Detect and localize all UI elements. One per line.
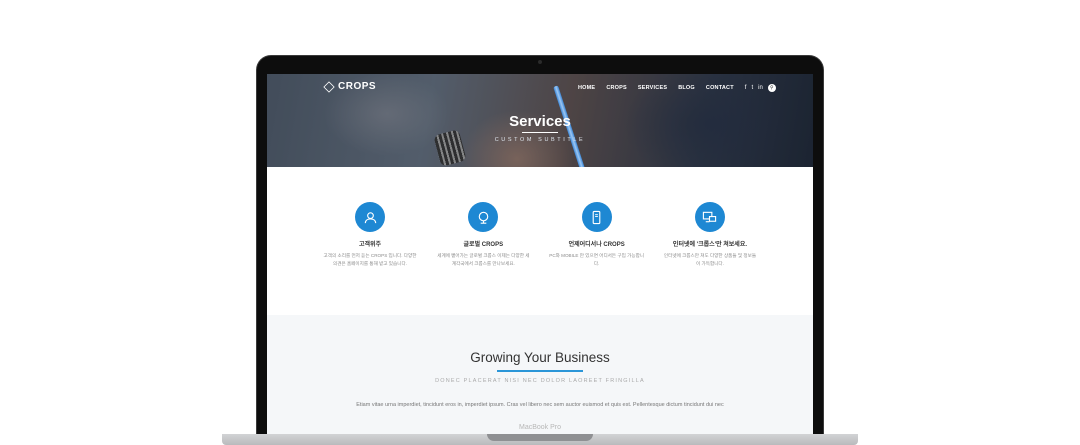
nav-home[interactable]: HOME — [578, 85, 595, 91]
nav-blog[interactable]: BLOG — [678, 85, 695, 91]
nav-services[interactable]: SERVICES — [638, 85, 667, 91]
facebook-icon[interactable]: f — [745, 85, 747, 91]
twitter-icon[interactable]: t — [751, 85, 753, 91]
monitor-icon — [694, 202, 725, 232]
screen: CROPS HOME CROPS SERVICES BLOG CONTACT f… — [267, 74, 813, 445]
section-body: Etiam vitae urna imperdiet, tincidunt er… — [356, 402, 724, 408]
section-title: Growing Your Business — [470, 350, 610, 365]
search-icon[interactable]: ⚲ — [767, 84, 776, 92]
feature-text: 고객의 소리를 먼저 듣는 CROPS 입니다. 다양한 의견은 홈페이지를 통… — [323, 253, 417, 266]
feature-card: 언제어디서나 CROPS PC와 MOBILE 만 있으면 어디서든 구입 가능… — [549, 202, 645, 268]
laptop-notch — [487, 434, 593, 441]
main-nav: HOME CROPS SERVICES BLOG CONTACT f t in … — [578, 84, 776, 92]
logo-text: CROPS — [338, 81, 377, 92]
feature-title: 고객위주 — [358, 242, 382, 248]
section-divider — [497, 370, 583, 372]
features-row: 고객위주 고객의 소리를 먼저 듣는 CROPS 입니다. 다양한 의견은 홈페… — [322, 202, 758, 268]
device-label: MacBook Pro — [518, 424, 562, 431]
page-title: Services — [509, 113, 571, 130]
feature-text: 인터넷에 크롭스만 쳐도 다양한 상품들 및 정보들이 가득합니다. — [663, 253, 757, 266]
cube-icon — [323, 80, 335, 93]
feature-title: 글로벌 CROPS — [463, 242, 504, 248]
mobile-icon — [581, 202, 612, 232]
title-divider — [522, 132, 558, 133]
user-icon — [355, 202, 385, 232]
feature-card: 인터넷에 '크롭스'만 쳐보세요. 인터넷에 크롭스만 쳐도 다양한 상품들 및… — [662, 202, 758, 268]
site-logo[interactable]: CROPS — [323, 80, 377, 93]
page-subtitle: CUSTOM SUBTITLE — [494, 137, 586, 143]
feature-card: 글로벌 CROPS 세계에 뻗어가는 글로벌 크롭스 이제는 다양한 세계각국에… — [435, 202, 531, 268]
nav-crops[interactable]: CROPS — [606, 85, 627, 91]
feature-title: 인터넷에 '크롭스'만 쳐보세요. — [672, 242, 748, 248]
hero-photo-bracelet — [433, 129, 467, 167]
feature-text: 세계에 뻗어가는 글로벌 크롭스 이제는 다양한 세계각국에서 크롭스를 만나보… — [437, 253, 530, 266]
camera — [538, 60, 542, 64]
feature-title: 언제어디서나 CROPS — [568, 242, 625, 248]
feature-text: PC와 MOBILE 만 있으면 어디서든 구입 가능합니다. — [549, 253, 645, 266]
linkedin-icon[interactable]: in — [758, 85, 763, 91]
section-subtitle: DONEC PLACERAT NISI NEC DOLOR LAOREET FR… — [435, 378, 645, 384]
feature-card: 고객위주 고객의 소리를 먼저 듣는 CROPS 입니다. 다양한 의견은 홈페… — [322, 202, 418, 268]
globe-icon — [468, 202, 499, 232]
nav-contact[interactable]: CONTACT — [706, 85, 734, 91]
